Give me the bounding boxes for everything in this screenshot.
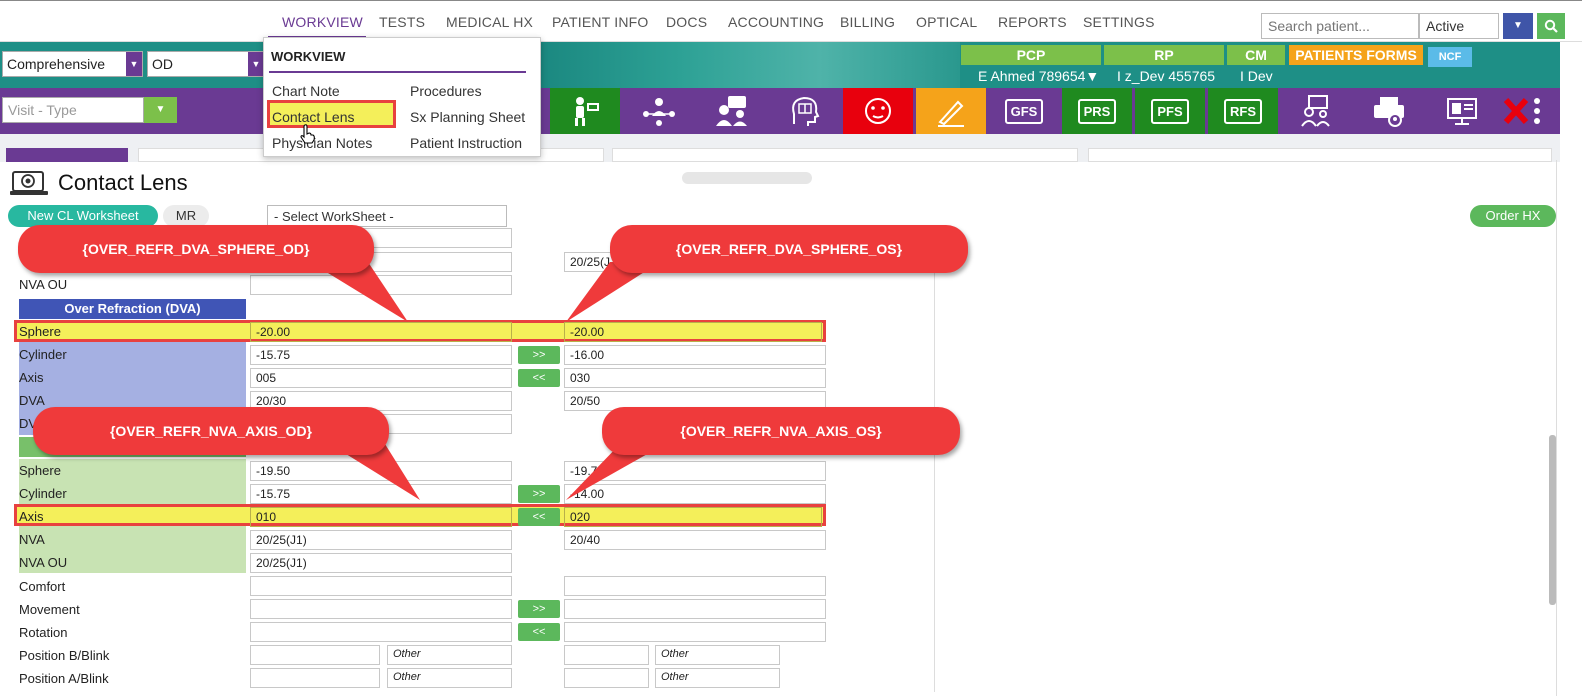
- callout-dva-sphere-os: {OVER_REFR_DVA_SPHERE_OS}: [610, 225, 968, 273]
- callout-tails: [310, 262, 665, 500]
- callout-dva-sphere-od: {OVER_REFR_DVA_SPHERE_OD}: [18, 225, 374, 273]
- callout-nva-axis-od: {OVER_REFR_NVA_AXIS_OD}: [33, 407, 389, 455]
- callout-nva-axis-os: {OVER_REFR_NVA_AXIS_OS}: [602, 407, 960, 455]
